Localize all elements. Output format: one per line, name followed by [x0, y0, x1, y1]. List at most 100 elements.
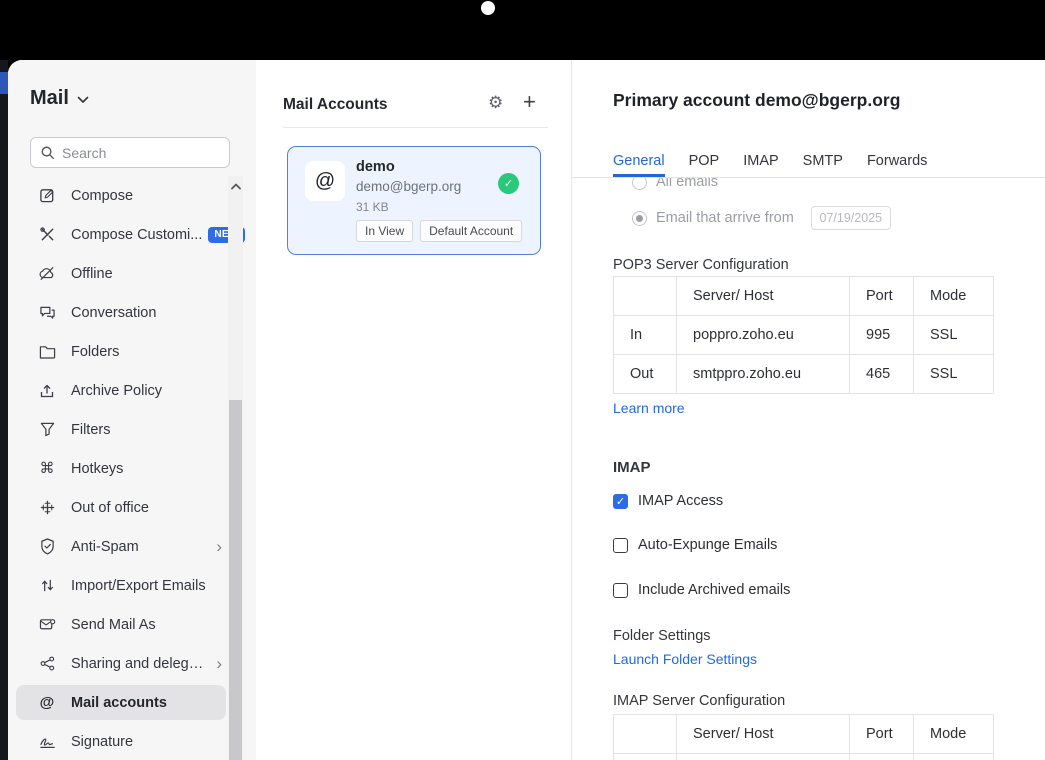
add-account-button[interactable]: +	[523, 89, 536, 115]
sidebar-item-send-mail-as[interactable]: Send Mail As	[8, 605, 256, 644]
account-badges: In View Default Account	[356, 220, 522, 242]
divider	[283, 127, 548, 128]
header-cell: Port	[850, 277, 914, 316]
pop3-config-heading: POP3 Server Configuration	[613, 257, 789, 273]
table-header-row: Server/ Host Port Mode	[614, 715, 994, 754]
sidebar-item-label: Archive Policy	[71, 383, 162, 399]
camera-dot	[481, 1, 495, 15]
radio-label: All emails	[656, 178, 718, 190]
learn-more-link[interactable]: Learn more	[613, 400, 685, 416]
radio-label: Email that arrive from	[656, 210, 794, 226]
checkbox-auto-expunge[interactable]: Auto-Expunge Emails	[613, 537, 777, 553]
radio-all-emails[interactable]: All emails	[632, 178, 718, 190]
account-card[interactable]: @ demo demo@bgerp.org 31 KB In View Defa…	[287, 146, 541, 255]
offline-icon	[38, 265, 56, 283]
cell: 465	[850, 355, 914, 394]
sidebar-item-compose-customization[interactable]: Compose Customi... NEW	[8, 215, 256, 254]
tab-forwards[interactable]: Forwards	[867, 153, 927, 177]
sidebar-item-label: Folders	[71, 344, 119, 360]
settings-panel: Mail Compose Compose Customi... NEW	[8, 60, 1045, 760]
sidebar-item-mail-accounts[interactable]: @ Mail accounts	[8, 683, 256, 722]
sidebar-item-folders[interactable]: Folders	[8, 332, 256, 371]
checkbox-label: IMAP Access	[638, 493, 723, 509]
sidebar-item-anti-spam[interactable]: Anti-Spam ›	[8, 527, 256, 566]
sidebar-item-label: Conversation	[71, 305, 156, 321]
sidebar-item-label: Send Mail As	[71, 617, 156, 633]
sidebar-item-hotkeys[interactable]: ⌘ Hotkeys	[8, 449, 256, 488]
sidebar-item-offline[interactable]: Offline	[8, 254, 256, 293]
conversation-icon	[38, 304, 56, 322]
background-app-strip	[0, 60, 8, 760]
sidebar-item-conversation[interactable]: Conversation	[8, 293, 256, 332]
header-cell	[614, 715, 677, 754]
cell	[850, 754, 914, 760]
in-view-badge: In View	[356, 220, 413, 242]
sidebar-item-filters[interactable]: Filters	[8, 410, 256, 449]
sidebar-item-label: Hotkeys	[71, 461, 123, 477]
archive-icon	[38, 382, 56, 400]
share-icon	[38, 655, 56, 673]
sidebar-item-import-export[interactable]: Import/Export Emails	[8, 566, 256, 605]
cell: SSL	[914, 355, 994, 394]
sidebar-item-label: Offline	[71, 266, 113, 282]
page-title: Primary account demo@bgerp.org	[613, 90, 900, 111]
scroll-up-icon[interactable]	[228, 178, 243, 194]
sidebar-item-label: Compose	[71, 188, 133, 204]
tab-content: All emails Email that arrive from POP3 S…	[572, 178, 1045, 760]
sidebar-item-signature[interactable]: Signature	[8, 722, 256, 760]
gear-icon[interactable]: ⚙	[488, 93, 503, 113]
mail-accounts-title: Mail Accounts	[283, 96, 388, 114]
tab-smtp[interactable]: SMTP	[803, 153, 843, 177]
checkbox-checked-icon[interactable]: ✓	[613, 494, 628, 509]
at-icon: @	[38, 694, 56, 712]
shield-check-icon	[38, 538, 56, 556]
sidebar-item-compose[interactable]: Compose	[8, 176, 256, 215]
radio-icon[interactable]	[632, 211, 647, 226]
radio-email-arrive-from[interactable]: Email that arrive from	[632, 206, 891, 230]
tools-icon	[38, 226, 56, 244]
filter-icon	[38, 421, 56, 439]
folder-icon	[38, 343, 56, 361]
checkbox-imap-access[interactable]: ✓ IMAP Access	[613, 493, 723, 509]
cell: 995	[850, 316, 914, 355]
checkbox-unchecked-icon[interactable]	[613, 538, 628, 553]
out-of-office-icon	[38, 499, 56, 517]
account-avatar: @	[305, 161, 345, 201]
cell: poppro.zoho.eu	[677, 316, 850, 355]
checkbox-include-archived[interactable]: Include Archived emails	[613, 582, 790, 598]
search-input[interactable]	[62, 145, 212, 161]
cell	[677, 754, 850, 760]
sidebar-item-label: Mail accounts	[71, 695, 167, 711]
radio-icon[interactable]	[632, 178, 647, 190]
signature-icon	[38, 733, 56, 751]
date-input[interactable]	[811, 206, 891, 230]
sidebar-item-label: Sharing and delegation	[71, 656, 209, 672]
folder-settings-label: Folder Settings	[613, 628, 711, 644]
header-cell: Server/ Host	[677, 715, 850, 754]
sidebar-item-label: Signature	[71, 734, 133, 750]
header-cell	[614, 277, 677, 316]
checkbox-unchecked-icon[interactable]	[613, 583, 628, 598]
cell	[614, 754, 677, 760]
sidebar-title[interactable]: Mail	[30, 87, 89, 110]
account-name: demo	[356, 159, 395, 175]
search-box[interactable]	[30, 137, 230, 168]
sidebar-item-out-of-office[interactable]: Out of office	[8, 488, 256, 527]
checkbox-label: Include Archived emails	[638, 582, 790, 598]
verified-check-icon: ✓	[498, 173, 519, 194]
tab-pop[interactable]: POP	[689, 153, 720, 177]
imap-server-config-heading: IMAP Server Configuration	[613, 693, 785, 709]
account-size: 31 KB	[356, 200, 389, 214]
table-header-row: Server/ Host Port Mode	[614, 277, 994, 316]
sidebar-item-archive-policy[interactable]: Archive Policy	[8, 371, 256, 410]
header-cell: Mode	[914, 715, 994, 754]
launch-folder-settings-link[interactable]: Launch Folder Settings	[613, 651, 757, 667]
tab-general[interactable]: General	[613, 153, 665, 177]
import-export-icon	[38, 577, 56, 595]
tab-imap[interactable]: IMAP	[743, 153, 778, 177]
pop3-config-table: Server/ Host Port Mode In poppro.zoho.eu…	[613, 276, 994, 394]
sidebar-item-sharing-delegation[interactable]: Sharing and delegation ›	[8, 644, 256, 683]
sidebar-scrollbar[interactable]	[228, 176, 243, 760]
sidebar-item-label: Import/Export Emails	[71, 578, 206, 594]
scrollbar-thumb[interactable]	[229, 400, 242, 760]
